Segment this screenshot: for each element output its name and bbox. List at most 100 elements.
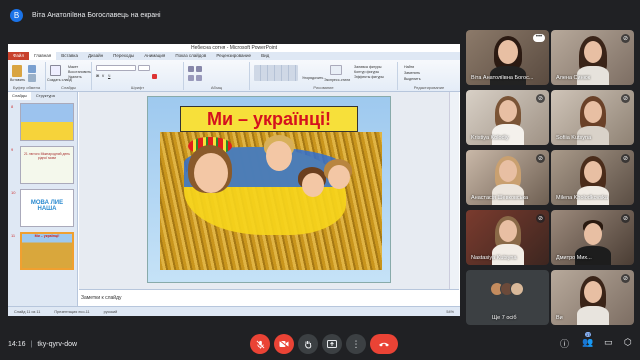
replace-button[interactable]: Заменить bbox=[404, 71, 420, 75]
slides-pane: Слайды Структура 8 9 21 лютого Міжнародн… bbox=[8, 92, 78, 306]
slide-thumbnail-selected[interactable]: Ми – українці! bbox=[20, 232, 74, 270]
pp-tab-insert[interactable]: Вставка bbox=[56, 52, 83, 60]
select-button[interactable]: Выделить bbox=[404, 77, 421, 81]
more-options-icon[interactable]: ⋮ bbox=[346, 334, 366, 354]
cut-icon[interactable] bbox=[28, 65, 36, 73]
more-options-icon[interactable]: ••• bbox=[533, 34, 545, 42]
activities-icon[interactable]: ⬡ bbox=[624, 337, 632, 348]
self-video bbox=[573, 276, 613, 325]
group-label-font: Шрифт bbox=[130, 85, 145, 90]
participant-tile[interactable]: ⊘ Анастасія Шевковська bbox=[466, 150, 549, 205]
shape-fill-button[interactable]: Заливка фигуры bbox=[354, 65, 381, 69]
mic-off-icon: ⊘ bbox=[621, 214, 630, 223]
align-center-icon[interactable] bbox=[196, 75, 202, 81]
participant-tile[interactable]: ⊘ Дмитро Мих... bbox=[551, 210, 634, 265]
pp-ribbon: Вставить Буфер обмена Создать слайд Маке… bbox=[8, 60, 460, 92]
participant-tile[interactable]: ⊘ Алена Синюк bbox=[551, 30, 634, 85]
status-lang: русский bbox=[103, 309, 118, 314]
hang-up-icon[interactable] bbox=[370, 334, 398, 354]
raise-hand-icon[interactable] bbox=[298, 334, 318, 354]
meet-window: В Віта Анатоліївна Богославець на екрані… bbox=[0, 0, 640, 360]
pp-tab-home[interactable]: Главная bbox=[29, 52, 57, 60]
group-slides: Создать слайд Макет Восстановить Удалить… bbox=[46, 62, 92, 90]
participant-name: Анастасія Шевковська bbox=[471, 195, 529, 201]
group-label-slides: Слайды bbox=[61, 85, 76, 90]
tab-outline[interactable]: Структура bbox=[31, 92, 59, 100]
info-icon[interactable]: ⓘ bbox=[560, 337, 569, 350]
participant-tile[interactable]: ⊘ Nastasiya Kutsyna bbox=[466, 210, 549, 265]
slide-thumbnail[interactable] bbox=[20, 103, 74, 141]
tab-slides[interactable]: Слайды bbox=[8, 92, 31, 100]
more-participants-tile[interactable]: Ще 7 осіб bbox=[466, 270, 549, 325]
group-label-paragraph: Абзац bbox=[210, 85, 223, 90]
paste-icon[interactable] bbox=[12, 65, 22, 77]
shape-effects-button[interactable]: Эффекты фигуры bbox=[354, 75, 384, 79]
present-icon[interactable] bbox=[322, 334, 342, 354]
separator: | bbox=[30, 340, 33, 348]
presenter-avatar: В bbox=[10, 8, 23, 22]
presenter-label: Віта Анатоліївна Богославець на екрані bbox=[32, 11, 161, 19]
copy-icon[interactable] bbox=[28, 74, 36, 82]
slide-title[interactable]: Ми – українці! bbox=[180, 106, 358, 132]
underline-icon[interactable]: Ч bbox=[108, 74, 110, 78]
mic-off-icon: ⊘ bbox=[621, 154, 630, 163]
meeting-code[interactable]: tky-qyrv-dow bbox=[37, 341, 77, 348]
boy-face-image bbox=[266, 141, 292, 171]
new-slide-icon[interactable] bbox=[50, 65, 61, 76]
bullets-icon[interactable] bbox=[188, 66, 194, 72]
font-size-select[interactable] bbox=[138, 65, 150, 71]
mic-off-icon: ⊘ bbox=[621, 34, 630, 43]
font-name-select[interactable] bbox=[96, 65, 136, 71]
italic-icon[interactable]: К bbox=[102, 74, 104, 78]
participant-tile[interactable]: ••• Віта Анатоліївна Богос... bbox=[466, 30, 549, 85]
notes-pane[interactable]: Заметки к слайду bbox=[79, 289, 459, 306]
control-bar: 14:16 | tky-qyrv-dow ⋮ ⓘ 👥 17 ▭ ⬡ bbox=[0, 328, 640, 360]
arrange-button[interactable]: Упорядочить bbox=[302, 76, 323, 80]
group-editing: Найти Заменить Выделить Редактирование bbox=[398, 62, 460, 90]
participant-tile[interactable]: ⊘ Kristiya Kolodiy bbox=[466, 90, 549, 145]
paste-button[interactable]: Вставить bbox=[10, 78, 25, 82]
align-left-icon[interactable] bbox=[188, 75, 194, 81]
pp-tab-view[interactable]: Вид bbox=[256, 52, 274, 60]
presenter-bar: В Віта Анатоліївна Богославець на екрані bbox=[0, 0, 640, 30]
mic-off-icon[interactable] bbox=[250, 334, 270, 354]
numbering-icon[interactable] bbox=[196, 66, 202, 72]
clock: 14:16 bbox=[8, 340, 26, 348]
pp-tab-file[interactable]: Файл bbox=[8, 52, 30, 60]
font-color-icon[interactable] bbox=[152, 74, 157, 79]
mic-off-icon: ⊘ bbox=[536, 214, 545, 223]
bold-icon[interactable]: Ж bbox=[96, 74, 99, 78]
chat-icon[interactable]: ▭ bbox=[604, 337, 613, 348]
slide-scrollbar[interactable] bbox=[449, 92, 459, 289]
quick-styles-button[interactable]: Экспресс-стили bbox=[324, 78, 350, 82]
layout-button[interactable]: Макет bbox=[68, 65, 78, 69]
participant-tile[interactable]: ⊘ Milena Kholodkovska bbox=[551, 150, 634, 205]
self-tile[interactable]: ⊘ Ви bbox=[551, 270, 634, 325]
participant-name: Kristiya Kolodiy bbox=[471, 135, 509, 141]
slide-thumbnail[interactable]: МОВА ЛИЕ НАША bbox=[20, 189, 74, 227]
pp-tab-transitions[interactable]: Переходы bbox=[108, 52, 139, 60]
slide-thumbnail[interactable]: 21 лютого Міжнародний день рідної мови bbox=[20, 146, 74, 184]
participant-tile[interactable]: ⊘ Sofiia Kutsyna bbox=[551, 90, 634, 145]
status-zoom[interactable]: 54% bbox=[446, 310, 454, 314]
thumb-number: 11 bbox=[11, 233, 16, 238]
find-button[interactable]: Найти bbox=[404, 65, 414, 69]
group-drawing: Упорядочить Экспресс-стили Заливка фигур… bbox=[250, 62, 398, 90]
quick-styles-icon[interactable] bbox=[330, 65, 342, 75]
group-label-drawing: Рисование bbox=[313, 85, 334, 90]
group-clipboard: Вставить Буфер обмена bbox=[8, 62, 46, 90]
pp-status-bar: Слайд 11 из 11 Презентация eco-11 русски… bbox=[8, 306, 460, 316]
people-icon[interactable]: 👥 bbox=[582, 337, 593, 348]
shapes-gallery[interactable] bbox=[254, 65, 298, 81]
shape-outline-button[interactable]: Контур фигуры bbox=[354, 70, 379, 74]
pp-tab-animation[interactable]: Анимация bbox=[139, 52, 170, 60]
current-slide[interactable]: Ми – українці! bbox=[147, 96, 391, 283]
delete-button[interactable]: Удалить bbox=[68, 75, 82, 79]
camera-off-icon[interactable] bbox=[274, 334, 294, 354]
mic-off-icon: ⊘ bbox=[536, 94, 545, 103]
pp-tab-slideshow[interactable]: Показ слайдов bbox=[170, 52, 211, 60]
pp-tab-design[interactable]: Дизайн bbox=[83, 52, 108, 60]
participant-name: Дмитро Мих... bbox=[556, 255, 592, 261]
pp-tab-review[interactable]: Рецензирование bbox=[211, 52, 256, 60]
reset-button[interactable]: Восстановить bbox=[68, 70, 91, 74]
